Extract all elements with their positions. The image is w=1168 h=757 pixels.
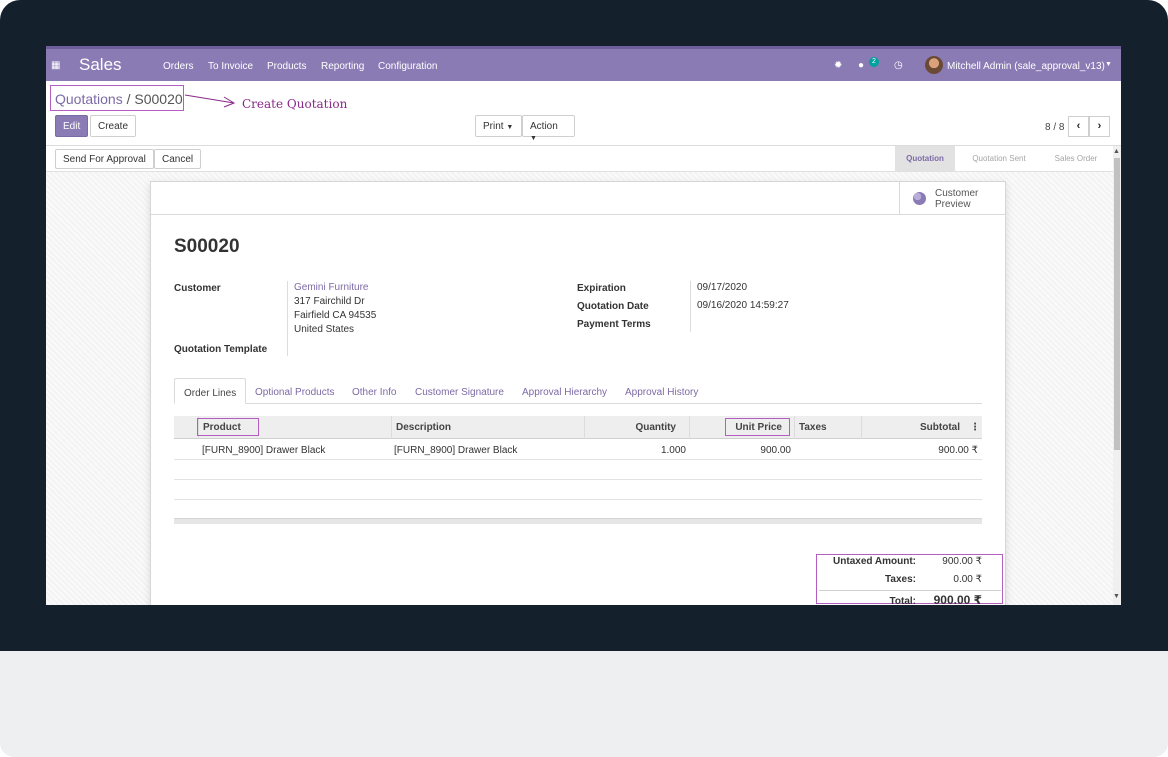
menu-reporting[interactable]: Reporting [321,61,364,72]
action-label: Action [530,121,558,132]
untaxed-amount-value: 900.00 ₹ [942,556,982,567]
row-divider [174,459,982,460]
taxes-value: 0.00 ₹ [953,574,982,585]
quotation-date-label: Quotation Date [577,301,649,312]
customer-preview-line1: Customer [935,188,979,199]
menu-configuration[interactable]: Configuration [378,61,437,72]
highlight-product-column [197,418,259,436]
order-totals: Untaxed Amount: 900.00 ₹ Taxes: 0.00 ₹ T… [816,554,1003,605]
total-label: Total: [889,596,916,605]
scrollbar-thumb[interactable] [1114,158,1120,450]
app-screen: ▦ Sales Orders To Invoice Products Repor… [46,46,1121,605]
row-description[interactable]: [FURN_8900] Drawer Black [394,445,517,456]
chat-count-badge: 2 [869,57,879,67]
top-navbar: ▦ Sales Orders To Invoice Products Repor… [46,46,1121,81]
breadcrumb-separator: / [126,91,131,107]
notebook-tabs: Order Lines Optional Products Other Info… [174,378,982,404]
pager-next-button[interactable]: › [1089,116,1110,137]
total-value: 900.00 ₹ [933,593,982,605]
control-panel: Quotations / S00020 Create Quotation Edi… [46,81,1121,146]
payment-terms-label: Payment Terms [577,319,651,330]
send-for-approval-button[interactable]: Send For Approval [55,149,154,169]
order-lines-header: Product Description Quantity Unit Price … [174,416,982,439]
breadcrumb-quotations[interactable]: Quotations [55,91,123,107]
user-caret-icon[interactable]: ▼ [1105,61,1112,68]
pager-value: 8 / 8 [1045,122,1065,133]
tab-approval-hierarchy[interactable]: Approval Hierarchy [513,378,616,404]
pager-previous-button[interactable]: ‹ [1068,116,1089,137]
field-divider [690,281,691,332]
debug-bug-icon[interactable]: ✹ [834,60,842,71]
cancel-button[interactable]: Cancel [154,149,202,169]
row-divider [174,479,982,480]
row-product[interactable]: [FURN_8900] Drawer Black [202,445,325,456]
taxes-label: Taxes: [885,574,916,585]
monitor-chin [0,651,1168,757]
print-button[interactable]: Print ▼ [475,115,522,137]
expiration-label: Expiration [577,283,626,294]
tab-customer-signature[interactable]: Customer Signature [406,378,513,404]
breadcrumb: Quotations / S00020 [50,85,184,111]
status-bar: Send For Approval Cancel Quotation Quota… [46,146,1113,172]
row-unit-price[interactable]: 900.00 [731,445,791,456]
column-subtotal[interactable]: Subtotal [861,416,968,439]
stage-quotation-sent[interactable]: Quotation Sent [959,146,1039,171]
app-brand[interactable]: Sales [79,55,122,75]
highlight-unit-price-column [725,418,790,436]
print-label: Print [483,121,504,132]
stage-quotation[interactable]: Quotation [895,146,955,171]
tab-other-info[interactable]: Other Info [343,378,405,404]
chevron-down-icon: ▼ [506,124,514,131]
customer-address-line1: 317 Fairchild Dr [294,296,365,307]
apps-grid-icon[interactable]: ▦ [51,60,60,71]
avatar[interactable] [925,56,943,74]
customer-label: Customer [174,283,221,294]
field-divider [287,281,288,356]
row-quantity[interactable]: 1.000 [626,445,686,456]
column-description[interactable]: Description [391,416,584,439]
untaxed-amount-label: Untaxed Amount: [833,556,916,567]
quotation-template-label: Quotation Template [174,344,268,355]
annotation-label: Create Quotation [242,97,348,111]
row-divider [174,499,982,500]
scroll-up-icon[interactable]: ▲ [1113,148,1120,155]
menu-orders[interactable]: Orders [163,61,194,72]
button-box: Customer Preview [151,182,1005,215]
chevron-down-icon: ▼ [530,135,537,142]
annotation-arrow-icon [184,94,236,108]
row-subtotal: 900.00 ₹ [938,445,978,456]
column-options-icon[interactable]: ⋮ [968,416,982,439]
totals-divider [819,590,1001,591]
tab-optional-products[interactable]: Optional Products [246,378,344,404]
customer-preview-line2: Preview [935,199,971,210]
table-footer [174,518,982,524]
form-sheet: Customer Preview S00020 Customer Gemini … [150,181,1006,605]
menu-products[interactable]: Products [267,61,306,72]
record-title: S00020 [174,236,240,257]
breadcrumb-current: S00020 [134,91,183,107]
action-button[interactable]: Action ▼ [522,115,575,142]
customer-preview-label: Customer Preview [935,188,978,210]
chat-icon[interactable]: ● [858,60,864,71]
activity-clock-icon[interactable]: ◷ [894,60,903,71]
customer-preview-button[interactable]: Customer Preview [899,182,1006,215]
column-taxes[interactable]: Taxes [794,416,861,439]
edit-button[interactable]: Edit [55,115,89,137]
scroll-down-icon[interactable]: ▼ [1113,593,1120,600]
customer-address-line3: United States [294,324,355,335]
menu-to-invoice[interactable]: To Invoice [208,61,253,72]
customer-address-line2: Fairfield CA 94535 [294,310,377,321]
create-button[interactable]: Create [90,115,137,137]
globe-icon [913,192,926,205]
user-menu[interactable]: Mitchell Admin (sale_approval_v13) [947,61,1105,72]
tab-approval-history[interactable]: Approval History [616,378,707,404]
stage-sales-order[interactable]: Sales Order [1042,146,1110,171]
quotation-date-field[interactable]: 09/16/2020 14:59:27 [697,299,789,313]
tab-order-lines[interactable]: Order Lines [174,378,247,404]
column-quantity[interactable]: Quantity [584,416,689,439]
customer-name-link[interactable]: Gemini Furniture [294,281,368,295]
expiration-field[interactable]: 09/17/2020 [697,281,747,295]
